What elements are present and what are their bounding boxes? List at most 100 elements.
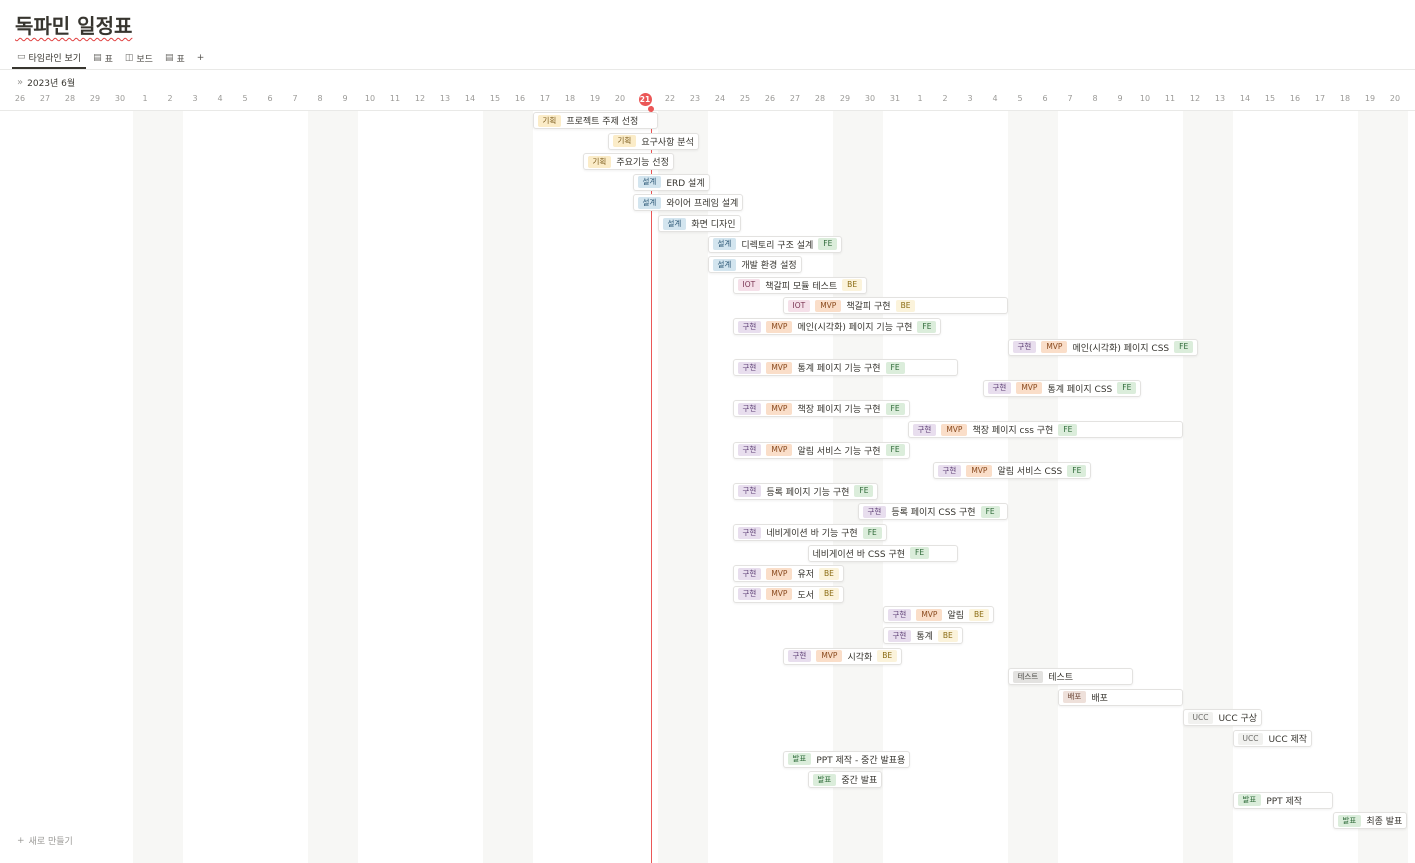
tag-badge: FE <box>980 505 1000 518</box>
timeline-task[interactable]: 구현 MVP 메인(시각화) 페이지 기능 구현 FE <box>732 318 942 335</box>
timeline-task[interactable]: 발표 중간 발표 <box>807 771 883 789</box>
divider <box>0 69 1415 70</box>
page-title: 독파민 일정표 <box>15 14 133 38</box>
tag-badge: MVP <box>766 320 793 333</box>
timeline-task[interactable]: 구현 MVP 책장 페이지 css 구현 FE <box>907 421 1183 438</box>
timeline-task[interactable]: 설계 디렉토리 구조 설계 FE <box>707 235 843 253</box>
task-title: 등록 페이지 기능 구현 <box>766 487 850 498</box>
tag-badge: 설계 <box>712 238 737 251</box>
task-title: 알림 서비스 기능 구현 <box>797 446 881 457</box>
tag-badge: 기획 <box>537 114 562 127</box>
tag-badge: 구현 <box>987 382 1012 395</box>
timeline-task[interactable]: 설계 와이어 프레임 설계 <box>632 194 744 212</box>
weekend-column <box>132 110 183 863</box>
timeline-task[interactable]: 네비게이션 바 CSS 구현 FE <box>807 544 958 562</box>
tag-badge: IOT <box>787 299 811 312</box>
tag-badge: UCC <box>1237 732 1264 745</box>
day-label: 27 <box>789 94 801 103</box>
tag-badge: 테스트 <box>1012 670 1044 683</box>
timeline-task[interactable]: UCC UCC 구상 <box>1182 709 1263 727</box>
timeline-task[interactable]: UCC UCC 제작 <box>1232 730 1313 747</box>
tag-badge: MVP <box>941 423 968 436</box>
tag-badge: FE <box>910 547 930 560</box>
task-title: 도서 <box>797 590 814 601</box>
timeline-task[interactable]: 구현 MVP 책장 페이지 기능 구현 FE <box>732 400 910 418</box>
timeline-task[interactable]: 구현 등록 페이지 CSS 구현 FE <box>857 503 1008 521</box>
tag-badge: 구현 <box>737 588 762 601</box>
weekend-column <box>307 110 358 863</box>
timeline-task[interactable]: 구현 MVP 유저 BE <box>732 565 844 583</box>
day-label: 15 <box>1264 94 1276 103</box>
timeline-task[interactable]: 구현 MVP 통계 페이지 CSS FE <box>982 379 1142 397</box>
timeline-canvas[interactable]: 26 27 28 29 30 1 2 3 4 5 6 7 8 9 10 11 12 13 14 15 16 17 18 19 2… <box>0 90 1415 863</box>
tag-badge: 구현 <box>912 423 937 436</box>
timeline-task[interactable]: 구현 MVP 도서 BE <box>732 585 844 603</box>
tag-badge: 설계 <box>662 217 687 230</box>
tab-board[interactable]: ◫ 보드 <box>120 47 158 69</box>
tab-timeline[interactable]: ▭ 타임라인 보기 <box>12 47 87 69</box>
timeline-task[interactable]: 구현 MVP 알림 BE <box>882 606 994 624</box>
timeline-task[interactable]: 설계 ERD 설계 <box>632 173 710 191</box>
timeline-task[interactable]: 구현 MVP 알림 서비스 기능 구현 FE <box>732 441 910 459</box>
day-label: 27 <box>39 94 51 103</box>
timeline-task[interactable]: 구현 네비게이션 바 기능 구현 FE <box>732 524 887 541</box>
task-title: 배포 <box>1091 693 1108 704</box>
view-tabs: ▭ 타임라인 보기 ▤ 표 ◫ 보드 ▤ 표 + <box>12 47 209 69</box>
tag-badge: 구현 <box>1012 341 1037 354</box>
timeline-task[interactable]: 발표 최종 발표 <box>1332 812 1408 830</box>
add-view-button[interactable]: + <box>192 47 210 69</box>
today-indicator-line <box>650 106 652 863</box>
tag-badge: MVP <box>1041 341 1068 354</box>
day-label: 11 <box>1164 94 1176 103</box>
timeline-task[interactable]: 구현 MVP 알림 서비스 CSS FE <box>932 462 1092 480</box>
new-task-label: 새로 만들기 <box>28 837 73 847</box>
task-title: 요구사항 분석 <box>641 137 694 148</box>
timeline-task[interactable]: 구현 MVP 통계 페이지 기능 구현 FE <box>732 359 958 377</box>
timeline-task[interactable]: 구현 등록 페이지 기능 구현 FE <box>732 482 879 500</box>
day-label: 28 <box>64 94 76 103</box>
tag-badge: BE <box>819 567 839 580</box>
day-label: 7 <box>292 94 298 103</box>
timeline-task[interactable]: 구현 MVP 메인(시각화) 페이지 CSS FE <box>1007 338 1199 356</box>
tab-table-2[interactable]: ▤ 표 <box>160 47 190 69</box>
timeline-task[interactable]: 기획 요구사항 분석 <box>607 132 699 150</box>
tag-badge: 구현 <box>787 650 812 663</box>
timeline-task[interactable]: 기획 주요기능 선정 <box>582 153 674 171</box>
tag-badge: MVP <box>816 650 843 663</box>
plus-icon: + <box>17 835 25 846</box>
timeline-task[interactable]: 설계 개발 환경 설정 <box>707 256 802 274</box>
timeline-task[interactable]: IOT MVP 책갈피 구현 BE <box>782 297 1008 315</box>
day-label: 30 <box>864 94 876 103</box>
timeline-task[interactable]: 구현 통계 BE <box>882 627 963 644</box>
timeline-task[interactable]: 발표 PPT 제작 - 중간 발표용 <box>782 750 911 768</box>
tag-badge: 구현 <box>737 485 762 498</box>
timeline-task[interactable]: 테스트 테스트 <box>1007 668 1133 686</box>
timeline-task[interactable]: 발표 PPT 제작 <box>1232 791 1333 809</box>
day-label: 19 <box>1364 94 1376 103</box>
task-title: 통계 <box>916 632 933 642</box>
timeline-task[interactable]: 설계 화면 디자인 <box>657 215 741 232</box>
timeline-task[interactable]: 구현 MVP 시각화 BE <box>782 647 903 665</box>
double-chevron-right-icon[interactable]: » <box>17 77 23 88</box>
task-title: 중간 발표 <box>841 776 878 787</box>
tag-badge: 구현 <box>737 444 762 457</box>
tag-badge: MVP <box>766 361 793 374</box>
day-label: 11 <box>389 94 401 103</box>
timeline-task[interactable]: 기획 프로젝트 주제 선정 <box>532 112 658 129</box>
task-title: 유저 <box>797 570 814 581</box>
table-icon: ▤ <box>93 53 102 63</box>
task-title: 최종 발표 <box>1366 817 1403 828</box>
new-task-button[interactable]: + 새로 만들기 <box>17 834 73 848</box>
task-title: 책갈피 구현 <box>846 302 891 313</box>
tab-table[interactable]: ▤ 표 <box>88 47 118 69</box>
timeline-task[interactable]: IOT 책갈피 모듈 테스트 BE <box>732 276 868 294</box>
day-label: 10 <box>1139 94 1151 103</box>
tag-badge: 구현 <box>737 402 762 415</box>
day-label: 20 <box>614 94 626 103</box>
weekend-column <box>1007 110 1058 863</box>
day-label: 12 <box>1189 94 1201 103</box>
tag-badge: IOT <box>737 279 761 292</box>
day-label: 2 <box>167 94 173 103</box>
timeline-task[interactable]: 배포 배포 <box>1057 688 1183 706</box>
day-label: 4 <box>217 94 223 103</box>
